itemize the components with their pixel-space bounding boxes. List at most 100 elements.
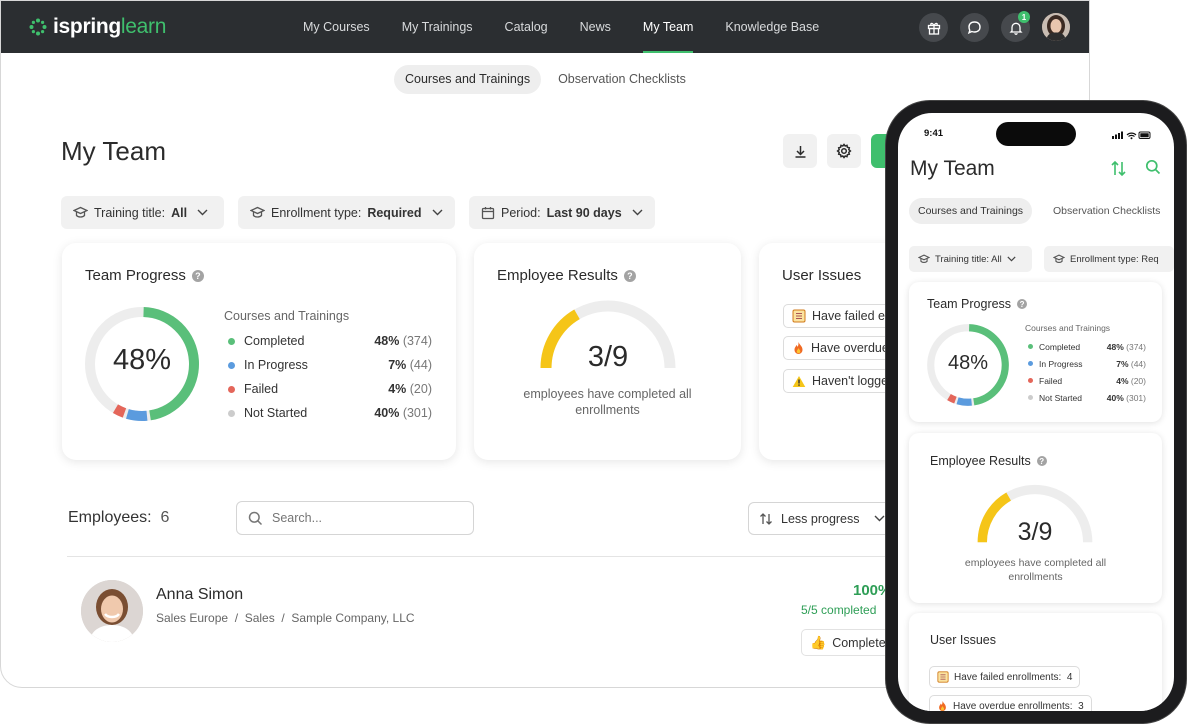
warning-icon	[792, 375, 806, 387]
help-icon[interactable]: ?	[1036, 456, 1047, 466]
nav-knowledge-base[interactable]: Knowledge Base	[709, 1, 835, 53]
download-icon	[795, 145, 805, 158]
nav-catalog[interactable]: Catalog	[489, 1, 564, 53]
tab-observation-checklists[interactable]: Observation Checklists	[547, 65, 697, 94]
dynamic-island	[996, 122, 1076, 146]
chevron-down-icon	[432, 209, 443, 216]
nav-my-trainings[interactable]: My Trainings	[386, 1, 489, 53]
phone-employee-results-caption: employees have completed all enrollments	[964, 557, 1107, 583]
graduation-cap-icon	[1053, 254, 1065, 263]
team-progress-subtitle: Courses and Trainings	[224, 309, 350, 323]
period-filter[interactable]: Period: Last 90 days	[469, 196, 655, 229]
tab-courses-and-trainings[interactable]: Courses and Trainings	[394, 65, 542, 94]
thumbs-up-icon: 👍	[810, 634, 827, 650]
sort-icon	[760, 512, 772, 525]
logo-text: ispringlearn	[53, 15, 167, 38]
settings-button[interactable]	[827, 134, 861, 168]
nav-my-courses[interactable]: My Courses	[287, 1, 386, 53]
phone-legend-item-not-started: Not Started 40% (301)	[1028, 389, 1146, 406]
employee-department: Sales Europe / Sales / Sample Company, L…	[156, 611, 415, 625]
page-title: My Team	[61, 136, 166, 166]
search-field[interactable]	[236, 501, 474, 535]
phone-team-progress-subtitle: Courses and Trainings	[1025, 323, 1111, 333]
legend-dot	[228, 337, 235, 345]
logo-icon	[29, 18, 47, 36]
notifications-button[interactable]: 1	[1001, 11, 1030, 42]
legend-item-in-progress: In Progress 7% (44)	[228, 353, 432, 377]
period-filter-label: Period:	[501, 205, 541, 220]
sort-icon[interactable]	[1110, 160, 1127, 177]
phone-legend-item-completed: Completed 48% (374)	[1028, 338, 1146, 355]
fire-icon	[794, 342, 803, 354]
legend-value: 7% (44)	[1116, 358, 1146, 369]
legend-label: Failed	[244, 382, 279, 396]
logo[interactable]: ispringlearn	[29, 15, 166, 39]
nav-news[interactable]: News	[564, 1, 627, 53]
subtabs: Courses and Trainings Observation Checkl…	[394, 65, 697, 94]
legend-item-failed: Failed 4% (20)	[228, 377, 432, 401]
enrollment-type-filter[interactable]: Enrollment type: Required	[238, 196, 455, 229]
enrollment-filter-label: Enrollment type:	[271, 205, 362, 220]
team-progress-title: Team Progress?	[85, 267, 204, 284]
graduation-cap-icon	[918, 254, 930, 263]
help-icon[interactable]: ?	[623, 269, 636, 282]
gear-icon	[836, 143, 852, 159]
search-input[interactable]	[272, 511, 452, 525]
employee-results-value: 3/9	[587, 341, 629, 373]
employee-photo	[81, 580, 143, 642]
issue-failed-enrollments[interactable]: Have failed er	[783, 304, 899, 328]
phone-team-progress-title: Team Progress?	[927, 297, 1028, 311]
gift-icon	[927, 22, 940, 35]
phone-legend-item-failed: Failed 4% (20)	[1028, 372, 1146, 389]
user-avatar[interactable]	[1042, 13, 1070, 41]
legend-label: Not Started	[244, 406, 308, 420]
download-button[interactable]	[783, 134, 817, 168]
chevron-down-icon	[632, 209, 643, 216]
status-icons	[1112, 131, 1151, 140]
team-progress-legend: Completed 48% (374) In Progress 7% (44) Fail…	[228, 329, 432, 425]
search-icon[interactable]	[1145, 159, 1161, 175]
team-progress-percent: 48%	[112, 344, 172, 376]
chat-icon	[967, 21, 981, 35]
nav-my-team[interactable]: My Team	[627, 1, 709, 53]
phone-user-issues-title: User Issues	[930, 633, 996, 647]
fire-icon	[939, 700, 946, 711]
graduation-cap-icon	[250, 206, 265, 218]
issue-overdue-enrollments[interactable]: Have overdue	[783, 336, 898, 360]
legend-label: In Progress	[244, 358, 308, 372]
sort-dropdown[interactable]: Less progress	[748, 502, 898, 535]
phone-issue-failed-enrollments[interactable]: Have failed enrollments: 4	[929, 666, 1081, 688]
donut-segment-in-progress	[956, 397, 972, 406]
checklist-icon	[937, 671, 949, 683]
legend-dot	[228, 361, 235, 369]
legend-dot	[228, 385, 235, 393]
employee-name[interactable]: Anna Simon	[156, 586, 243, 604]
team-progress-card: Team Progress? 48% Courses and Trainings…	[62, 243, 456, 460]
employee-avatar[interactable]	[81, 580, 143, 642]
legend-label: Completed	[244, 334, 305, 348]
enrollment-filter-value: Required	[367, 205, 422, 220]
phone-training-filter[interactable]: Training title: All	[909, 246, 1032, 272]
chat-button[interactable]	[960, 13, 989, 42]
legend-dot	[1028, 378, 1033, 383]
legend-value: 40% (301)	[1106, 392, 1146, 403]
help-icon[interactable]: ?	[1017, 299, 1028, 309]
sort-label: Less progress	[781, 511, 860, 526]
help-icon[interactable]: ?	[191, 269, 204, 282]
status-time: 9:41	[924, 128, 944, 139]
training-filter-value: All	[171, 205, 188, 220]
search-icon	[248, 511, 263, 525]
legend-item-completed: Completed 48% (374)	[228, 329, 432, 353]
phone-employee-results-value: 3/9	[1017, 518, 1053, 546]
phone-frame: 9:41 My Team Courses and Trainings Obser…	[886, 101, 1186, 723]
phone-tab-courses-and-trainings[interactable]: Courses and Trainings	[909, 198, 1033, 224]
training-title-filter[interactable]: Training title: All	[61, 196, 224, 229]
calendar-icon	[481, 206, 495, 219]
phone-employee-results-title: Employee Results?	[930, 454, 1047, 468]
phone-issue-overdue-enrollments[interactable]: Have overdue enrollments: 3	[929, 695, 1092, 711]
phone-legend-item-in-progress: In Progress 7% (44)	[1028, 355, 1146, 372]
phone-tab-observation-checklists[interactable]: Observation Checklists	[1044, 198, 1169, 224]
phone-enrollment-filter[interactable]: Enrollment type: Req	[1044, 246, 1174, 272]
donut-segment-in-progress	[126, 409, 148, 421]
gift-button[interactable]	[919, 13, 948, 42]
